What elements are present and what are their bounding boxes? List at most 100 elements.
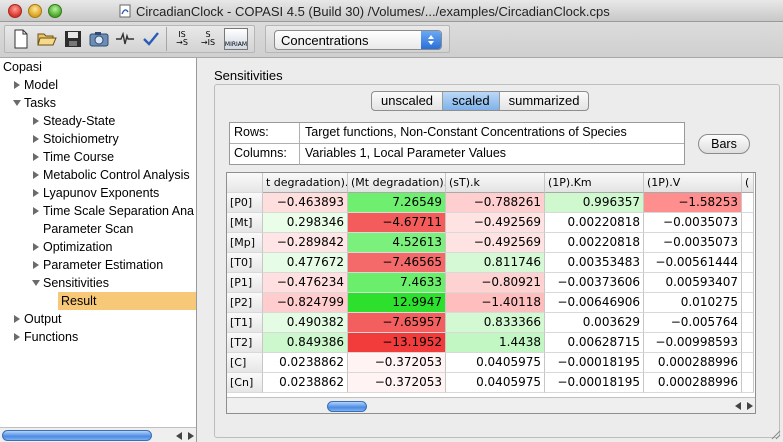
- expand-arrow-icon[interactable]: [31, 152, 41, 162]
- tab-unscaled[interactable]: unscaled: [372, 92, 444, 110]
- open-button[interactable]: [35, 27, 59, 51]
- tree-item-parameter-estimation[interactable]: Parameter Estimation: [31, 256, 163, 274]
- table-cell[interactable]: −0.00018195: [545, 353, 644, 373]
- table-cell[interactable]: [742, 373, 754, 393]
- scroll-left-icon[interactable]: [735, 401, 741, 410]
- column-header[interactable]: (1P).Km: [545, 173, 644, 193]
- expand-arrow-icon[interactable]: [12, 332, 22, 342]
- table-cell[interactable]: [742, 333, 754, 353]
- tree-item-output[interactable]: Output: [12, 310, 62, 328]
- document-proxy-icon[interactable]: [118, 4, 132, 18]
- table-cell[interactable]: 0.833366: [446, 313, 545, 333]
- table-cell[interactable]: 0.003629: [545, 313, 644, 333]
- table-cell[interactable]: −0.463893: [263, 193, 348, 213]
- table-cell[interactable]: −0.00018195: [545, 373, 644, 393]
- table-cell[interactable]: −4.67711: [348, 213, 446, 233]
- table-cell[interactable]: 0.010275: [644, 293, 742, 313]
- column-header[interactable]: (1P).V: [644, 173, 742, 193]
- minimize-window-button[interactable]: [28, 4, 42, 18]
- table-cell[interactable]: −0.005764: [644, 313, 742, 333]
- table-cell[interactable]: [742, 273, 754, 293]
- table-cell[interactable]: 0.0405975: [446, 373, 545, 393]
- table-cell[interactable]: 0.00220818: [545, 233, 644, 253]
- row-header[interactable]: [Mp]: [227, 233, 263, 253]
- tree-item-functions[interactable]: Functions: [12, 328, 78, 346]
- table-cell[interactable]: 0.298346: [263, 213, 348, 233]
- new-document-button[interactable]: [9, 27, 33, 51]
- column-header[interactable]: (Mt degradation).': [348, 173, 446, 193]
- table-cell[interactable]: −0.824799: [263, 293, 348, 313]
- table-cell[interactable]: 4.52613: [348, 233, 446, 253]
- table-cell[interactable]: −0.476234: [263, 273, 348, 293]
- table-cell[interactable]: 0.0405975: [446, 353, 545, 373]
- table-cell[interactable]: [742, 233, 754, 253]
- table-cell[interactable]: −0.00646906: [545, 293, 644, 313]
- row-header[interactable]: [C]: [227, 353, 263, 373]
- table-cell[interactable]: [742, 213, 754, 233]
- table-cell[interactable]: [742, 313, 754, 333]
- table-cell[interactable]: 0.00220818: [545, 213, 644, 233]
- table-cell[interactable]: 0.811746: [446, 253, 545, 273]
- expand-arrow-icon[interactable]: [31, 134, 41, 144]
- table-cell[interactable]: [742, 193, 754, 213]
- scrollbar-thumb[interactable]: [327, 401, 367, 412]
- expand-arrow-icon[interactable]: [12, 80, 22, 90]
- table-cell[interactable]: [742, 353, 754, 373]
- table-cell[interactable]: −7.46565: [348, 253, 446, 273]
- miriam-button[interactable]: MIRIAM: [222, 27, 250, 51]
- table-cell[interactable]: −0.00373606: [545, 273, 644, 293]
- row-header[interactable]: [P2]: [227, 293, 263, 313]
- table-cell[interactable]: 1.4438: [446, 333, 545, 353]
- table-cell[interactable]: −0.372053: [348, 353, 446, 373]
- table-cell[interactable]: 0.000288996: [644, 353, 742, 373]
- scroll-right-icon[interactable]: [747, 401, 753, 410]
- expand-arrow-icon[interactable]: [31, 170, 41, 180]
- tree-item-parameter-scan[interactable]: Parameter Scan: [43, 220, 133, 238]
- table-cell[interactable]: −0.80921: [446, 273, 545, 293]
- table-cell[interactable]: −0.788261: [446, 193, 545, 213]
- table-cell[interactable]: 7.4633: [348, 273, 446, 293]
- expand-arrow-icon[interactable]: [31, 260, 41, 270]
- scroll-right-icon[interactable]: [188, 431, 194, 440]
- tree-item-time-course[interactable]: Time Course: [31, 148, 114, 166]
- column-header[interactable]: (sT).k: [446, 173, 545, 193]
- table-cell[interactable]: 7.26549: [348, 193, 446, 213]
- close-window-button[interactable]: [8, 4, 22, 18]
- is-to-s-button[interactable]: IS →S: [170, 27, 194, 51]
- column-header[interactable]: t degradation).l: [263, 173, 348, 193]
- tree-item-optimization[interactable]: Optimization: [31, 238, 112, 256]
- table-cell[interactable]: −0.492569: [446, 233, 545, 253]
- table-cell[interactable]: −0.0035073: [644, 233, 742, 253]
- row-header[interactable]: [P0]: [227, 193, 263, 213]
- row-header[interactable]: [T1]: [227, 313, 263, 333]
- table-cell[interactable]: 0.0238862: [263, 353, 348, 373]
- capture-button[interactable]: [87, 27, 111, 51]
- tree-item-sensitivities[interactable]: Sensitivities: [31, 274, 109, 292]
- expand-arrow-icon[interactable]: [31, 206, 41, 216]
- tree-item-model[interactable]: Model: [12, 76, 58, 94]
- tree-item-metabolic-control-analysis[interactable]: Metabolic Control Analysis: [31, 166, 190, 184]
- tab-scaled[interactable]: scaled: [443, 92, 500, 110]
- tree-root[interactable]: Copasi: [3, 58, 42, 76]
- table-cell[interactable]: −1.40118: [446, 293, 545, 313]
- check-button[interactable]: [139, 27, 163, 51]
- tree-item-result[interactable]: Result: [58, 292, 196, 310]
- scroll-left-icon[interactable]: [176, 431, 182, 440]
- column-header[interactable]: (: [742, 173, 754, 193]
- signal-button[interactable]: [113, 27, 137, 51]
- grid-horizontal-scrollbar[interactable]: [227, 397, 755, 413]
- row-header[interactable]: [Cn]: [227, 373, 263, 393]
- table-cell[interactable]: −13.1952: [348, 333, 446, 353]
- expand-arrow-icon[interactable]: [31, 188, 41, 198]
- table-cell[interactable]: 0.0238862: [263, 373, 348, 393]
- table-cell[interactable]: [742, 253, 754, 273]
- table-cell[interactable]: 0.490382: [263, 313, 348, 333]
- tree-item-tasks[interactable]: Tasks: [12, 94, 56, 112]
- table-cell[interactable]: 0.00593407: [644, 273, 742, 293]
- expand-arrow-icon[interactable]: [12, 314, 22, 324]
- tree-item-stoichiometry[interactable]: Stoichiometry: [31, 130, 119, 148]
- table-cell[interactable]: −7.65957: [348, 313, 446, 333]
- table-cell[interactable]: 0.000288996: [644, 373, 742, 393]
- tree-item-steady-state[interactable]: Steady-State: [31, 112, 115, 130]
- zoom-window-button[interactable]: [48, 4, 62, 18]
